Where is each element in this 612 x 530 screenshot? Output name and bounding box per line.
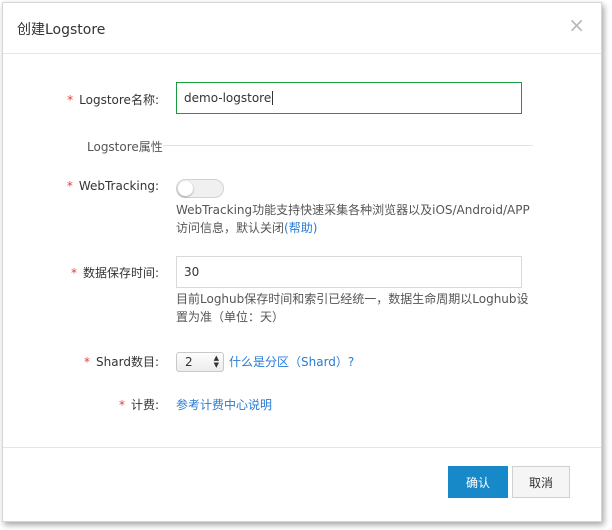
section-divider <box>163 145 533 146</box>
webtracking-toggle[interactable] <box>176 179 224 198</box>
required-mark: * <box>67 93 74 107</box>
retention-days-value: 30 <box>184 265 200 279</box>
webtracking-help-link[interactable]: (帮助) <box>284 221 317 235</box>
retention-help: 目前Loghub保存时间和索引已经统一，数据生命周期以Loghub设 置为准（单… <box>176 290 536 326</box>
billing-label-text: 计费: <box>130 398 159 412</box>
retention-label: * 数据保存时间: <box>43 264 159 281</box>
logstore-name-input[interactable]: demo-logstore <box>176 82 522 114</box>
shard-help-link[interactable]: 什么是分区（Shard）? <box>229 353 354 370</box>
shard-count-stepper[interactable]: 2 ▲ ▼ <box>176 352 224 372</box>
text-caret <box>272 91 274 105</box>
create-logstore-dialog: 创建Logstore × * Logstore名称: demo-logstore … <box>2 2 602 522</box>
webtracking-help-line2: 访问信息，默认关闭 <box>176 221 285 235</box>
logstore-name-value: demo-logstore <box>184 91 272 105</box>
shard-count-value: 2 <box>185 355 193 369</box>
required-mark: * <box>84 355 91 369</box>
cancel-button[interactable]: 取消 <box>512 466 570 498</box>
logstore-name-label: * Logstore名称: <box>43 91 159 108</box>
chevron-up-down-icon: ▲ ▼ <box>213 354 219 369</box>
logstore-name-label-text: Logstore名称: <box>79 93 159 107</box>
retention-days-input[interactable]: 30 <box>176 256 522 288</box>
close-icon[interactable]: × <box>568 15 585 35</box>
toggle-knob <box>178 181 193 196</box>
webtracking-label: * WebTracking: <box>43 179 159 193</box>
required-mark: * <box>118 398 125 412</box>
webtracking-label-text: WebTracking: <box>78 179 159 193</box>
dialog-title: 创建Logstore <box>17 22 106 38</box>
billing-label: * 计费: <box>43 396 159 413</box>
retention-label-text: 数据保存时间: <box>82 266 159 280</box>
webtracking-help-line1: WebTracking功能支持快速采集各种浏览器以及iOS/Android/AP… <box>176 203 530 217</box>
dialog-header: 创建Logstore × <box>3 3 601 54</box>
retention-help-line1: 目前Loghub保存时间和索引已经统一，数据生命周期以Loghub设 <box>176 292 529 306</box>
billing-help-link[interactable]: 参考计费中心说明 <box>176 396 272 413</box>
confirm-button[interactable]: 确认 <box>448 466 508 498</box>
retention-help-line2: 置为准（单位：天） <box>176 310 285 324</box>
section-title: Logstore属性 <box>87 140 163 154</box>
shard-label-text: Shard数目: <box>96 355 159 369</box>
required-mark: * <box>70 266 77 280</box>
required-mark: * <box>66 179 73 193</box>
webtracking-help: WebTracking功能支持快速采集各种浏览器以及iOS/Android/AP… <box>176 201 536 237</box>
footer-divider <box>3 447 601 448</box>
shard-label: * Shard数目: <box>43 353 159 370</box>
